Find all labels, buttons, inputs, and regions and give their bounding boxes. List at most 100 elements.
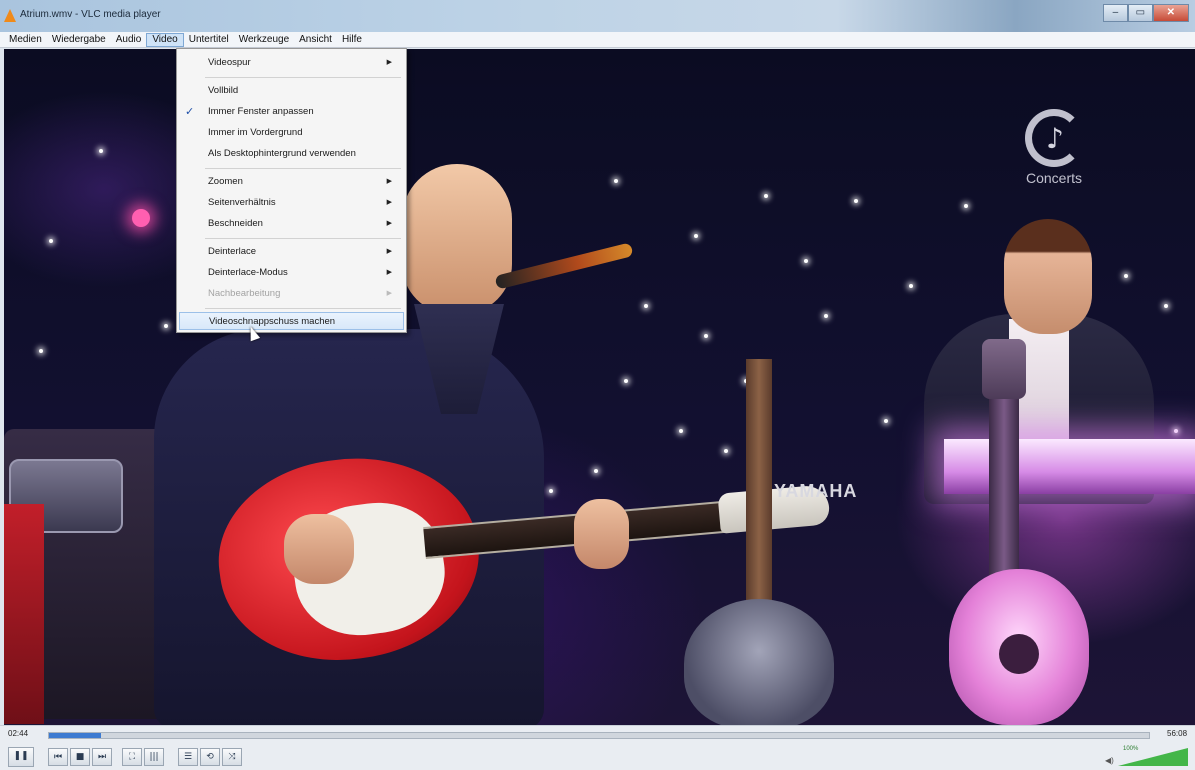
- starlight: [679, 429, 683, 433]
- menu-item-label: Videoschnappschuss machen: [209, 316, 336, 327]
- pink-guitar-soundhole: [999, 634, 1039, 674]
- video-menu-dropdown: Videospur ▶ Vollbild ✓ Immer Fenster anp…: [176, 48, 407, 333]
- yamaha-label: YAMAHA: [774, 481, 858, 501]
- shuffle-button[interactable]: ⤨: [222, 748, 242, 766]
- speaker-icon: ◀): [1105, 756, 1114, 765]
- menu-item-deinterlace[interactable]: Deinterlace ▶: [177, 243, 406, 261]
- pink-guitar-headstock: [982, 339, 1026, 399]
- starlight: [694, 234, 698, 238]
- seek-bar[interactable]: [48, 732, 1150, 739]
- submenu-arrow-icon: ▶: [386, 269, 392, 276]
- menu-item-desktophintergrund[interactable]: Als Desktophintergrund verwenden: [177, 145, 406, 163]
- menu-audio[interactable]: Audio: [111, 33, 147, 47]
- menu-item-seitenverhaeltnis[interactable]: Seitenverhältnis ▶: [177, 194, 406, 212]
- menu-item-label: Immer im Vordergrund: [208, 127, 303, 138]
- starlight: [884, 419, 888, 423]
- menu-item-label: Videospur: [208, 57, 251, 68]
- menu-separator: [205, 238, 401, 239]
- pause-button[interactable]: ❚❚: [8, 747, 34, 767]
- menu-item-zoomen[interactable]: Zoomen ▶: [177, 173, 406, 191]
- menu-item-label: Seitenverhältnis: [208, 197, 276, 208]
- starlight: [99, 149, 103, 153]
- vlc-cone-icon: [4, 9, 16, 22]
- menu-item-immer-fenster-anpassen[interactable]: ✓ Immer Fenster anpassen: [177, 103, 406, 121]
- submenu-arrow-icon: ▶: [386, 59, 392, 66]
- menu-wiedergabe[interactable]: Wiedergabe: [47, 33, 111, 47]
- stage-light: [132, 209, 150, 227]
- microphone: [494, 242, 634, 290]
- total-time: 56:08: [1167, 729, 1188, 738]
- volume-slider[interactable]: ◀) 100%: [1105, 746, 1190, 766]
- stop-button[interactable]: ■: [70, 748, 90, 766]
- starlight: [624, 379, 628, 383]
- starlight: [164, 324, 168, 328]
- keyboard: [944, 439, 1195, 494]
- loop-button[interactable]: ⟲: [200, 748, 220, 766]
- submenu-arrow-icon: ▶: [386, 199, 392, 206]
- watermark-text: Concerts: [1025, 170, 1083, 186]
- menu-medien[interactable]: Medien: [4, 33, 47, 47]
- starlight: [804, 259, 808, 263]
- minimize-button[interactable]: –: [1103, 4, 1128, 22]
- menu-hilfe[interactable]: Hilfe: [337, 33, 367, 47]
- red-drum-edge: [4, 504, 44, 724]
- starlight: [854, 199, 858, 203]
- starlight: [764, 194, 768, 198]
- playlist-button[interactable]: ☰: [178, 748, 198, 766]
- menu-video[interactable]: Video: [146, 32, 184, 47]
- starlight: [909, 284, 913, 288]
- elapsed-time: 02:44: [8, 729, 29, 738]
- menu-bar: Medien Wiedergabe Audio Video Untertitel…: [0, 32, 1195, 48]
- menu-ansicht[interactable]: Ansicht: [294, 33, 337, 47]
- seek-progress: [49, 733, 101, 738]
- menu-separator: [205, 77, 401, 78]
- menu-item-videoschnappschuss[interactable]: Videoschnappschuss machen: [179, 312, 404, 330]
- volume-percent: 100%: [1123, 746, 1139, 752]
- music-note-icon: ♪: [1046, 122, 1064, 155]
- starlight: [614, 179, 618, 183]
- starlight: [49, 239, 53, 243]
- starlight: [594, 469, 598, 473]
- guitarist-hand: [574, 499, 629, 569]
- maximize-button[interactable]: ▭: [1127, 4, 1153, 22]
- starlight: [549, 489, 553, 493]
- guitarist-head: [402, 164, 512, 314]
- playback-controls: 02:44 56:08 ❚❚ ⏮ ■ ⏭ ⛶ ||| ☰ ⟲ ⤨ ◀) 100%: [0, 725, 1195, 770]
- starlight: [704, 334, 708, 338]
- starlight: [824, 314, 828, 318]
- menu-item-immer-im-vordergrund[interactable]: Immer im Vordergrund: [177, 124, 406, 142]
- guitarist-strum-hand: [284, 514, 354, 584]
- menu-werkzeuge[interactable]: Werkzeuge: [234, 33, 294, 47]
- c-logo-ring: ♪: [1025, 109, 1083, 167]
- menu-item-label: Deinterlace: [208, 246, 257, 257]
- submenu-arrow-icon: ▶: [386, 248, 392, 255]
- menu-item-label: Nachbearbeitung: [208, 288, 281, 299]
- menu-item-label: Deinterlace-Modus: [208, 267, 288, 278]
- close-button[interactable]: ✕: [1152, 4, 1189, 22]
- previous-button[interactable]: ⏮: [48, 748, 68, 766]
- menu-item-label: Zoomen: [208, 176, 243, 187]
- extended-settings-button[interactable]: |||: [144, 748, 164, 766]
- menu-item-label: Als Desktophintergrund verwenden: [208, 148, 356, 159]
- submenu-arrow-icon: ▶: [386, 290, 392, 297]
- window-title: Atrium.wmv - VLC media player: [20, 9, 161, 20]
- menu-untertitel[interactable]: Untertitel: [184, 33, 234, 47]
- menu-separator: [205, 308, 401, 309]
- channel-watermark: ♪ Concerts: [1009, 109, 1099, 186]
- menu-item-beschneiden[interactable]: Beschneiden ▶: [177, 215, 406, 233]
- starlight: [1174, 429, 1178, 433]
- menu-item-vollbild[interactable]: Vollbild: [177, 82, 406, 100]
- starlight: [39, 349, 43, 353]
- menu-item-videospur[interactable]: Videospur ▶: [177, 54, 406, 72]
- keyboardist-head: [1004, 219, 1092, 334]
- starlight: [724, 449, 728, 453]
- submenu-arrow-icon: ▶: [386, 178, 392, 185]
- fullscreen-button[interactable]: ⛶: [122, 748, 142, 766]
- menu-item-label: Immer Fenster anpassen: [208, 106, 314, 117]
- next-button[interactable]: ⏭: [92, 748, 112, 766]
- menu-separator: [205, 168, 401, 169]
- menu-item-deinterlace-modus[interactable]: Deinterlace-Modus ▶: [177, 264, 406, 282]
- starlight: [644, 304, 648, 308]
- menu-item-nachbearbeitung: Nachbearbeitung ▶: [177, 285, 406, 303]
- starlight: [1164, 304, 1168, 308]
